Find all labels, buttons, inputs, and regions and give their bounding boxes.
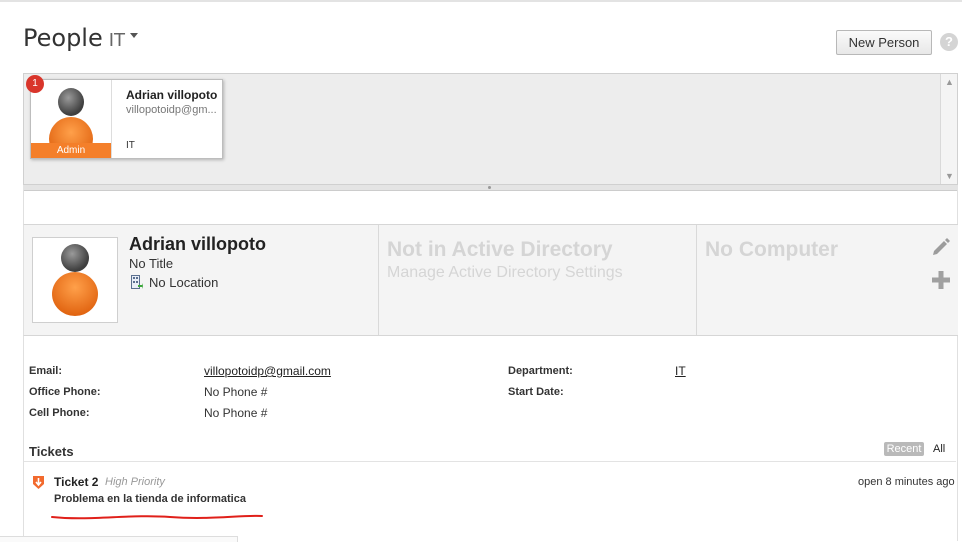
filter-all-button[interactable]: All xyxy=(933,443,945,455)
person-photo[interactable] xyxy=(32,237,118,323)
cell-phone-label: Cell Phone: xyxy=(29,407,90,419)
help-icon[interactable]: ? xyxy=(940,33,958,51)
department-value[interactable]: IT xyxy=(675,364,686,378)
office-phone-label: Office Phone: xyxy=(29,386,101,398)
plus-icon[interactable] xyxy=(931,270,951,290)
filter-recent-button[interactable]: Recent xyxy=(884,442,924,456)
bottom-panel-edge xyxy=(0,536,238,542)
department-label: Department: xyxy=(508,365,573,377)
people-list-scrollbar[interactable]: ▲ ▼ xyxy=(940,74,957,184)
card-person-email: villopotoidp@gm... xyxy=(126,104,217,116)
card-avatar: Admin xyxy=(31,80,112,158)
ticket-number[interactable]: Ticket 2 xyxy=(54,475,98,489)
pencil-icon[interactable] xyxy=(931,236,951,256)
page-title: People IT xyxy=(23,24,139,52)
start-date-label: Start Date: xyxy=(508,386,564,398)
scroll-down-icon[interactable]: ▼ xyxy=(945,171,954,181)
ticket-status: open 8 minutes ago xyxy=(858,476,955,488)
person-avatar-icon xyxy=(52,244,98,316)
person-name: Adrian villopoto xyxy=(129,234,266,254)
person-card[interactable]: Admin Adrian villopoto villopotoidp@gm..… xyxy=(30,79,223,159)
location-building-icon xyxy=(131,275,143,289)
cell-phone-value[interactable]: No Phone # xyxy=(204,406,267,420)
high-priority-icon xyxy=(33,476,44,489)
computer-status: No Computer xyxy=(705,238,838,261)
person-title[interactable]: No Title xyxy=(129,256,173,271)
caret-down-icon[interactable] xyxy=(130,32,139,38)
page-title-text: People xyxy=(23,24,103,52)
office-phone-value[interactable]: No Phone # xyxy=(204,385,267,399)
ad-status: Not in Active Directory xyxy=(387,238,613,261)
person-location[interactable]: No Location xyxy=(149,275,218,290)
red-annotation-underline xyxy=(51,514,263,520)
notification-badge: 1 xyxy=(26,75,44,93)
ticket-priority: High Priority xyxy=(105,476,165,488)
ticket-subject[interactable]: Problema en la tienda de informatica xyxy=(54,493,246,505)
resize-grip-icon xyxy=(488,186,491,189)
scroll-up-icon[interactable]: ▲ xyxy=(945,77,954,87)
admin-role-bar: Admin xyxy=(31,143,111,158)
group-selector[interactable]: IT xyxy=(109,30,125,51)
email-label: Email: xyxy=(29,365,63,377)
tickets-divider xyxy=(24,461,956,462)
card-person-name: Adrian villopoto xyxy=(126,88,218,102)
email-value[interactable]: villopotoidp@gmail.com xyxy=(204,364,331,378)
top-border xyxy=(0,0,962,2)
tickets-heading: Tickets xyxy=(29,444,74,459)
new-person-button[interactable]: New Person xyxy=(836,30,932,55)
manage-ad-settings-link[interactable]: Manage Active Directory Settings xyxy=(387,264,623,282)
card-person-department: IT xyxy=(126,140,135,151)
